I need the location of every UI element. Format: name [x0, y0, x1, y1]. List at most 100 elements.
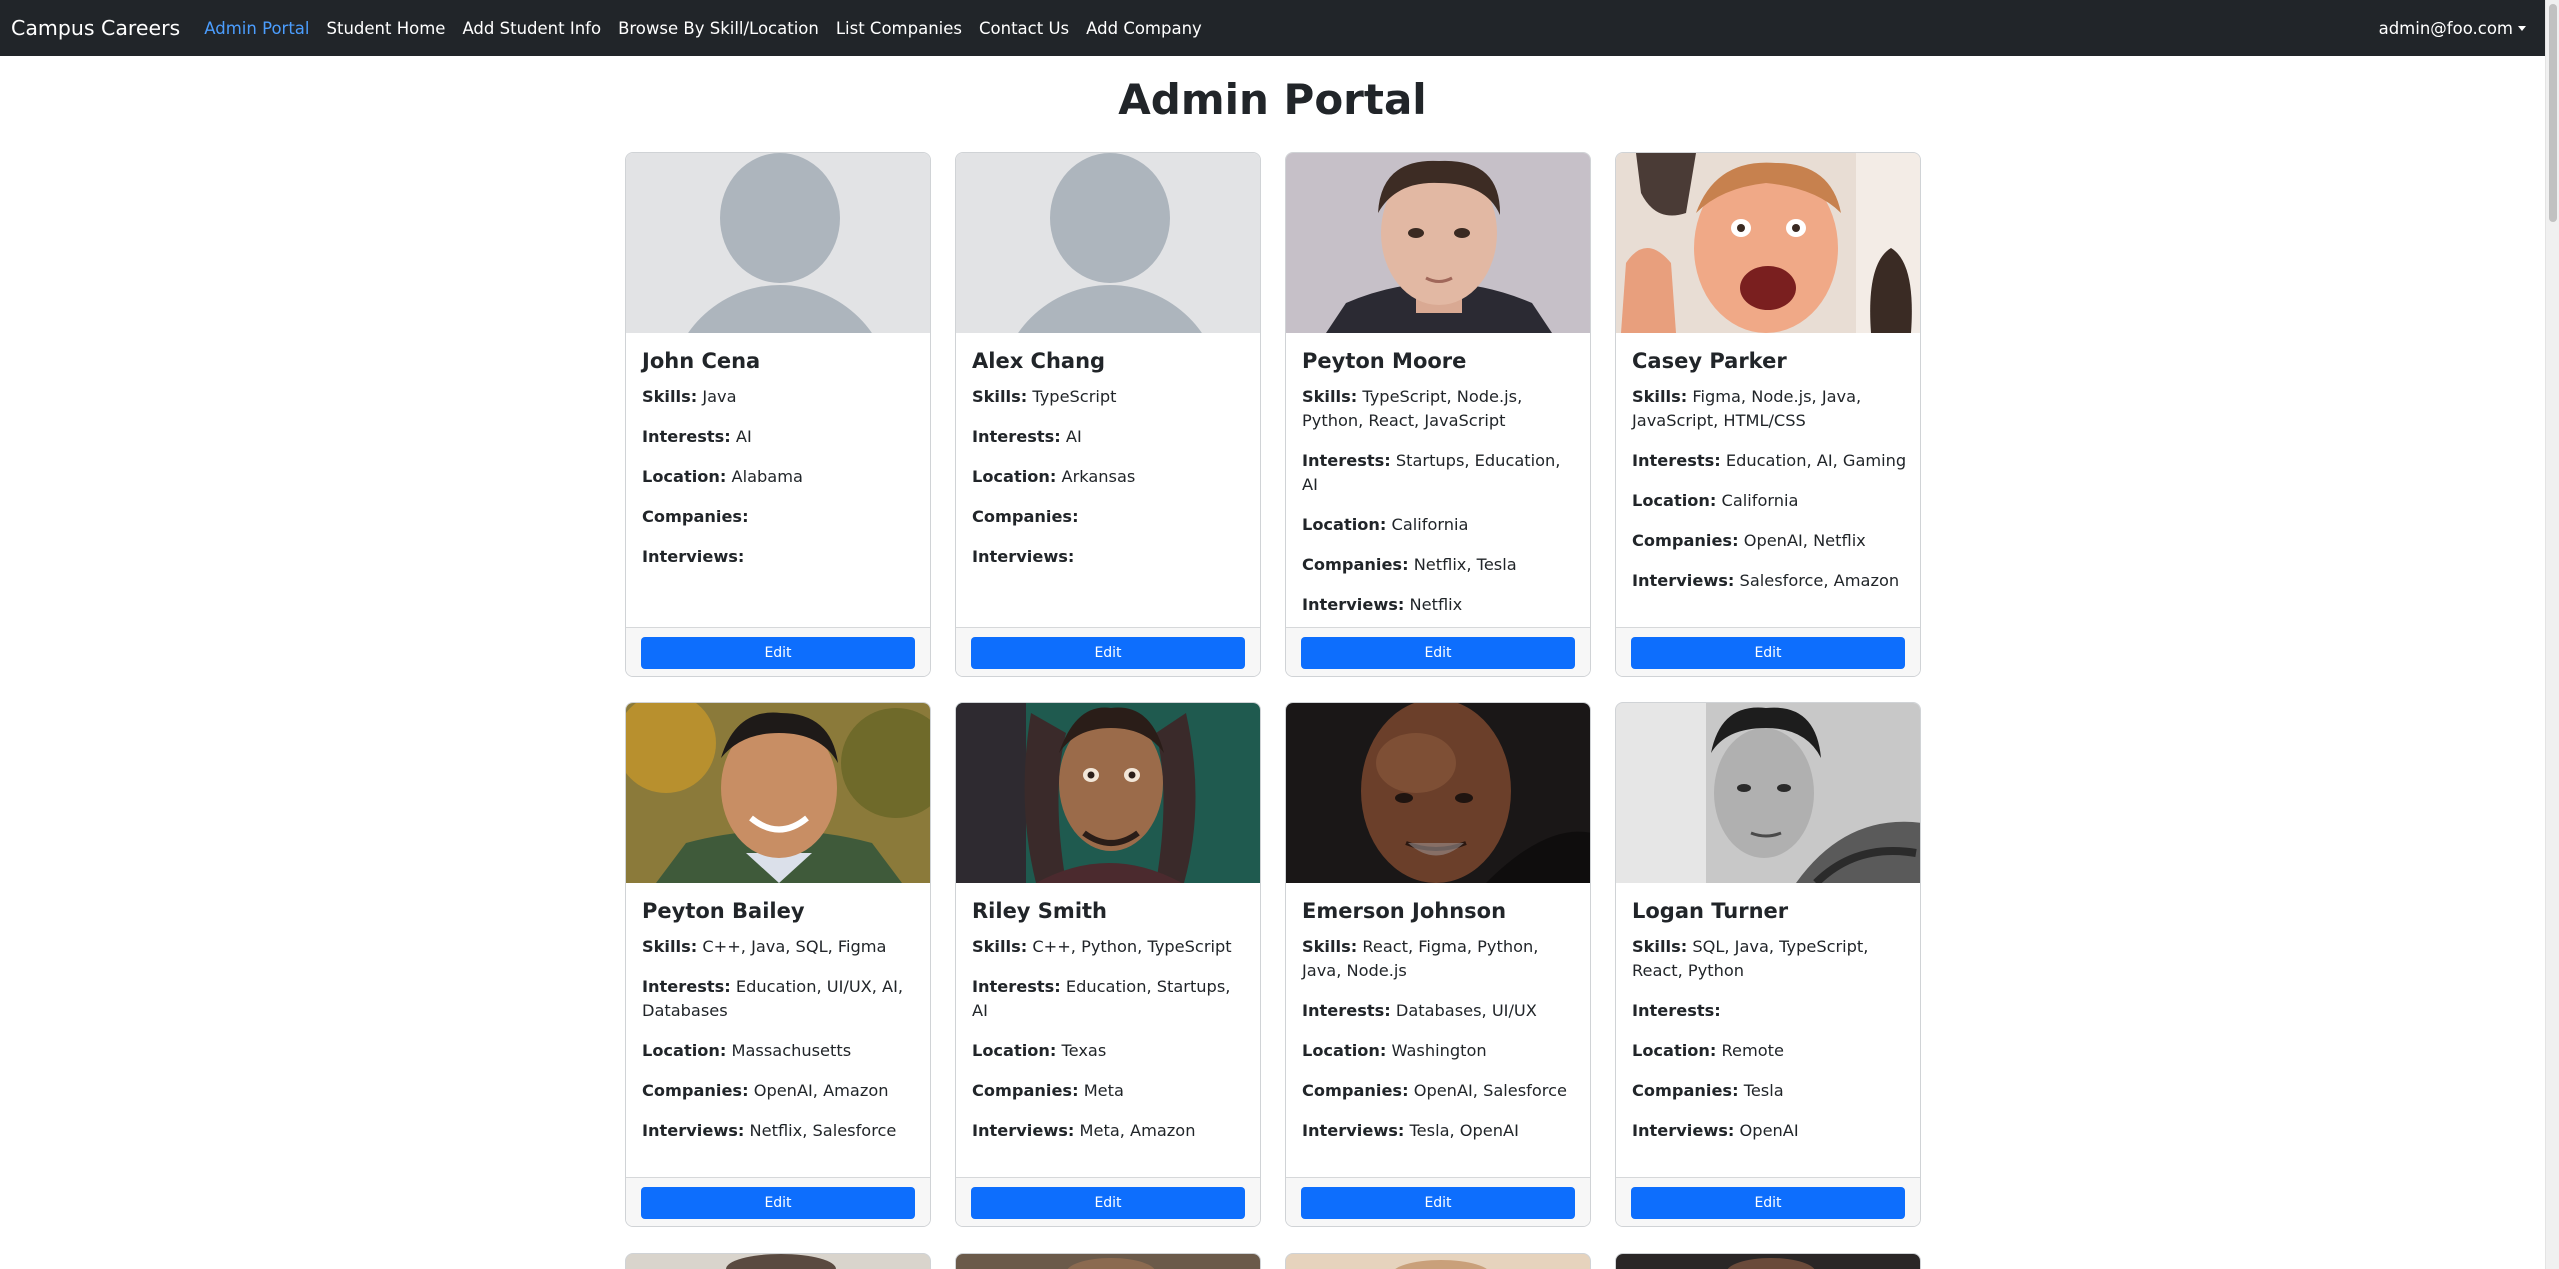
companies-value: Meta: [1083, 1081, 1124, 1100]
student-name: Emerson Johnson: [1302, 899, 1507, 923]
nav-browse[interactable]: Browse By Skill/Location: [618, 19, 819, 38]
interviews-value: Netflix, Salesforce: [749, 1121, 897, 1140]
location-row: Location: California: [1302, 515, 1469, 534]
student-card: Peyton Bailey Skills: C++, Java, SQL, Fi…: [625, 702, 931, 1227]
student-name: Logan Turner: [1632, 899, 1789, 923]
skills-row: Skills: C++, Python, TypeScript: [972, 937, 1232, 956]
user-menu-dropdown[interactable]: admin@foo.com: [2379, 0, 2526, 56]
location-value: California: [1721, 491, 1799, 510]
interviews-row: Interviews: Netflix: [1302, 595, 1463, 614]
student-photo: [626, 703, 930, 883]
skills-value: Java: [702, 387, 737, 406]
skills-row: Skills: SQL, Java, TypeScript, React, Py…: [1632, 937, 1869, 980]
edit-button[interactable]: Edit: [971, 637, 1245, 669]
interviews-row: Interviews:: [972, 547, 1075, 566]
edit-button[interactable]: Edit: [641, 637, 915, 669]
nav-add-student-info[interactable]: Add Student Info: [462, 19, 601, 38]
skills-row: Skills: Java: [642, 387, 737, 406]
card-footer: Edit: [1616, 1177, 1920, 1226]
default-avatar-icon: [626, 153, 930, 333]
interests-row: Interests: AI: [642, 427, 752, 446]
student-card: [625, 1253, 931, 1269]
brand-logo[interactable]: Campus Careers: [11, 16, 180, 40]
student-photo: [1391, 1260, 1491, 1269]
edit-button[interactable]: Edit: [971, 1187, 1245, 1219]
student-photo: [1286, 703, 1590, 883]
interviews-value: Tesla, OpenAI: [1409, 1121, 1519, 1140]
skills-value: C++, Java, SQL, Figma: [702, 937, 887, 956]
interests-row: Interests: Startups, Education, AI: [1302, 451, 1561, 494]
student-name: Peyton Moore: [1302, 349, 1467, 373]
card-footer: Edit: [956, 1177, 1260, 1226]
student-photo: [726, 1254, 836, 1269]
interviews-row: Interviews: Tesla, OpenAI: [1302, 1121, 1519, 1140]
nav-add-company[interactable]: Add Company: [1086, 19, 1202, 38]
nav-contact-us[interactable]: Contact Us: [979, 19, 1069, 38]
page-scrollbar[interactable]: [2545, 0, 2559, 1269]
companies-row: Companies: Tesla: [1632, 1081, 1784, 1100]
caret-down-icon: [2518, 25, 2526, 31]
student-name: Casey Parker: [1632, 349, 1787, 373]
companies-row: Companies: Meta: [972, 1081, 1124, 1100]
card-footer: Edit: [1286, 627, 1590, 676]
companies-row: Companies: OpenAI, Netflix: [1632, 531, 1866, 550]
companies-row: Companies:: [972, 507, 1079, 526]
location-value: Texas: [1061, 1041, 1107, 1060]
interests-value: Education, AI, Gaming: [1725, 451, 1907, 470]
page-title: Admin Portal: [1118, 75, 1427, 124]
student-card: Logan Turner Skills: SQL, Java, TypeScri…: [1615, 702, 1921, 1227]
student-card: Peyton Moore Skills: TypeScript, Node.js…: [1285, 152, 1591, 677]
nav-admin-portal[interactable]: Admin Portal: [204, 19, 309, 38]
interviews-value: OpenAI: [1739, 1121, 1799, 1140]
interviews-row: Interviews: OpenAI: [1632, 1121, 1799, 1140]
companies-row: Companies:: [642, 507, 749, 526]
interviews-value: Meta, Amazon: [1079, 1121, 1196, 1140]
companies-value: Netflix, Tesla: [1413, 555, 1517, 574]
student-card: [955, 1253, 1261, 1269]
nav-list-companies[interactable]: List Companies: [836, 19, 962, 38]
location-value: Arkansas: [1061, 467, 1136, 486]
default-avatar-icon: [956, 153, 1260, 333]
skills-row: Skills: TypeScript, Node.js, Python, Rea…: [1302, 387, 1523, 430]
scrollbar-thumb[interactable]: [2549, 4, 2557, 222]
interests-row: Interests: Education, AI, Gaming: [1632, 451, 1907, 470]
skills-row: Skills: C++, Java, SQL, Figma: [642, 937, 887, 956]
location-row: Location: Arkansas: [972, 467, 1136, 486]
student-card: John Cena Skills: Java Interests: AI Loc…: [625, 152, 931, 677]
companies-value: OpenAI, Salesforce: [1413, 1081, 1567, 1100]
student-photo: [1066, 1258, 1156, 1269]
edit-button[interactable]: Edit: [641, 1187, 915, 1219]
location-row: Location: Alabama: [642, 467, 803, 486]
nav-student-home[interactable]: Student Home: [327, 19, 446, 38]
location-row: Location: Texas: [972, 1041, 1107, 1060]
card-footer: Edit: [956, 627, 1260, 676]
edit-button[interactable]: Edit: [1301, 1187, 1575, 1219]
card-footer: Edit: [1616, 627, 1920, 676]
interests-value: AI: [1065, 427, 1082, 446]
edit-button[interactable]: Edit: [1631, 637, 1905, 669]
student-card: Casey Parker Skills: Figma, Node.js, Jav…: [1615, 152, 1921, 677]
student-photo: [1286, 153, 1590, 333]
edit-button[interactable]: Edit: [1301, 637, 1575, 669]
interests-value: Databases, UI/UX: [1395, 1001, 1537, 1020]
student-card: [1285, 1253, 1591, 1269]
student-photo: [956, 703, 1260, 883]
interviews-value: Salesforce, Amazon: [1739, 571, 1900, 590]
student-photo: [1616, 703, 1920, 883]
companies-value: OpenAI, Netflix: [1743, 531, 1866, 550]
card-footer: Edit: [626, 1177, 930, 1226]
interviews-row: Interviews:: [642, 547, 745, 566]
location-row: Location: Remote: [1632, 1041, 1784, 1060]
location-value: California: [1391, 515, 1469, 534]
user-email: admin@foo.com: [2378, 18, 2513, 38]
student-card: Alex Chang Skills: TypeScript Interests:…: [955, 152, 1261, 677]
skills-row: Skills: React, Figma, Python, Java, Node…: [1302, 937, 1539, 980]
student-card: [1615, 1253, 1921, 1269]
student-photo: [1616, 153, 1920, 333]
interviews-row: Interviews: Salesforce, Amazon: [1632, 571, 1900, 590]
student-name: John Cena: [642, 349, 761, 373]
nav-links: Admin Portal Student Home Add Student In…: [204, 19, 1219, 38]
student-card: Riley Smith Skills: C++, Python, TypeScr…: [955, 702, 1261, 1227]
edit-button[interactable]: Edit: [1631, 1187, 1905, 1219]
location-value: Washington: [1391, 1041, 1487, 1060]
